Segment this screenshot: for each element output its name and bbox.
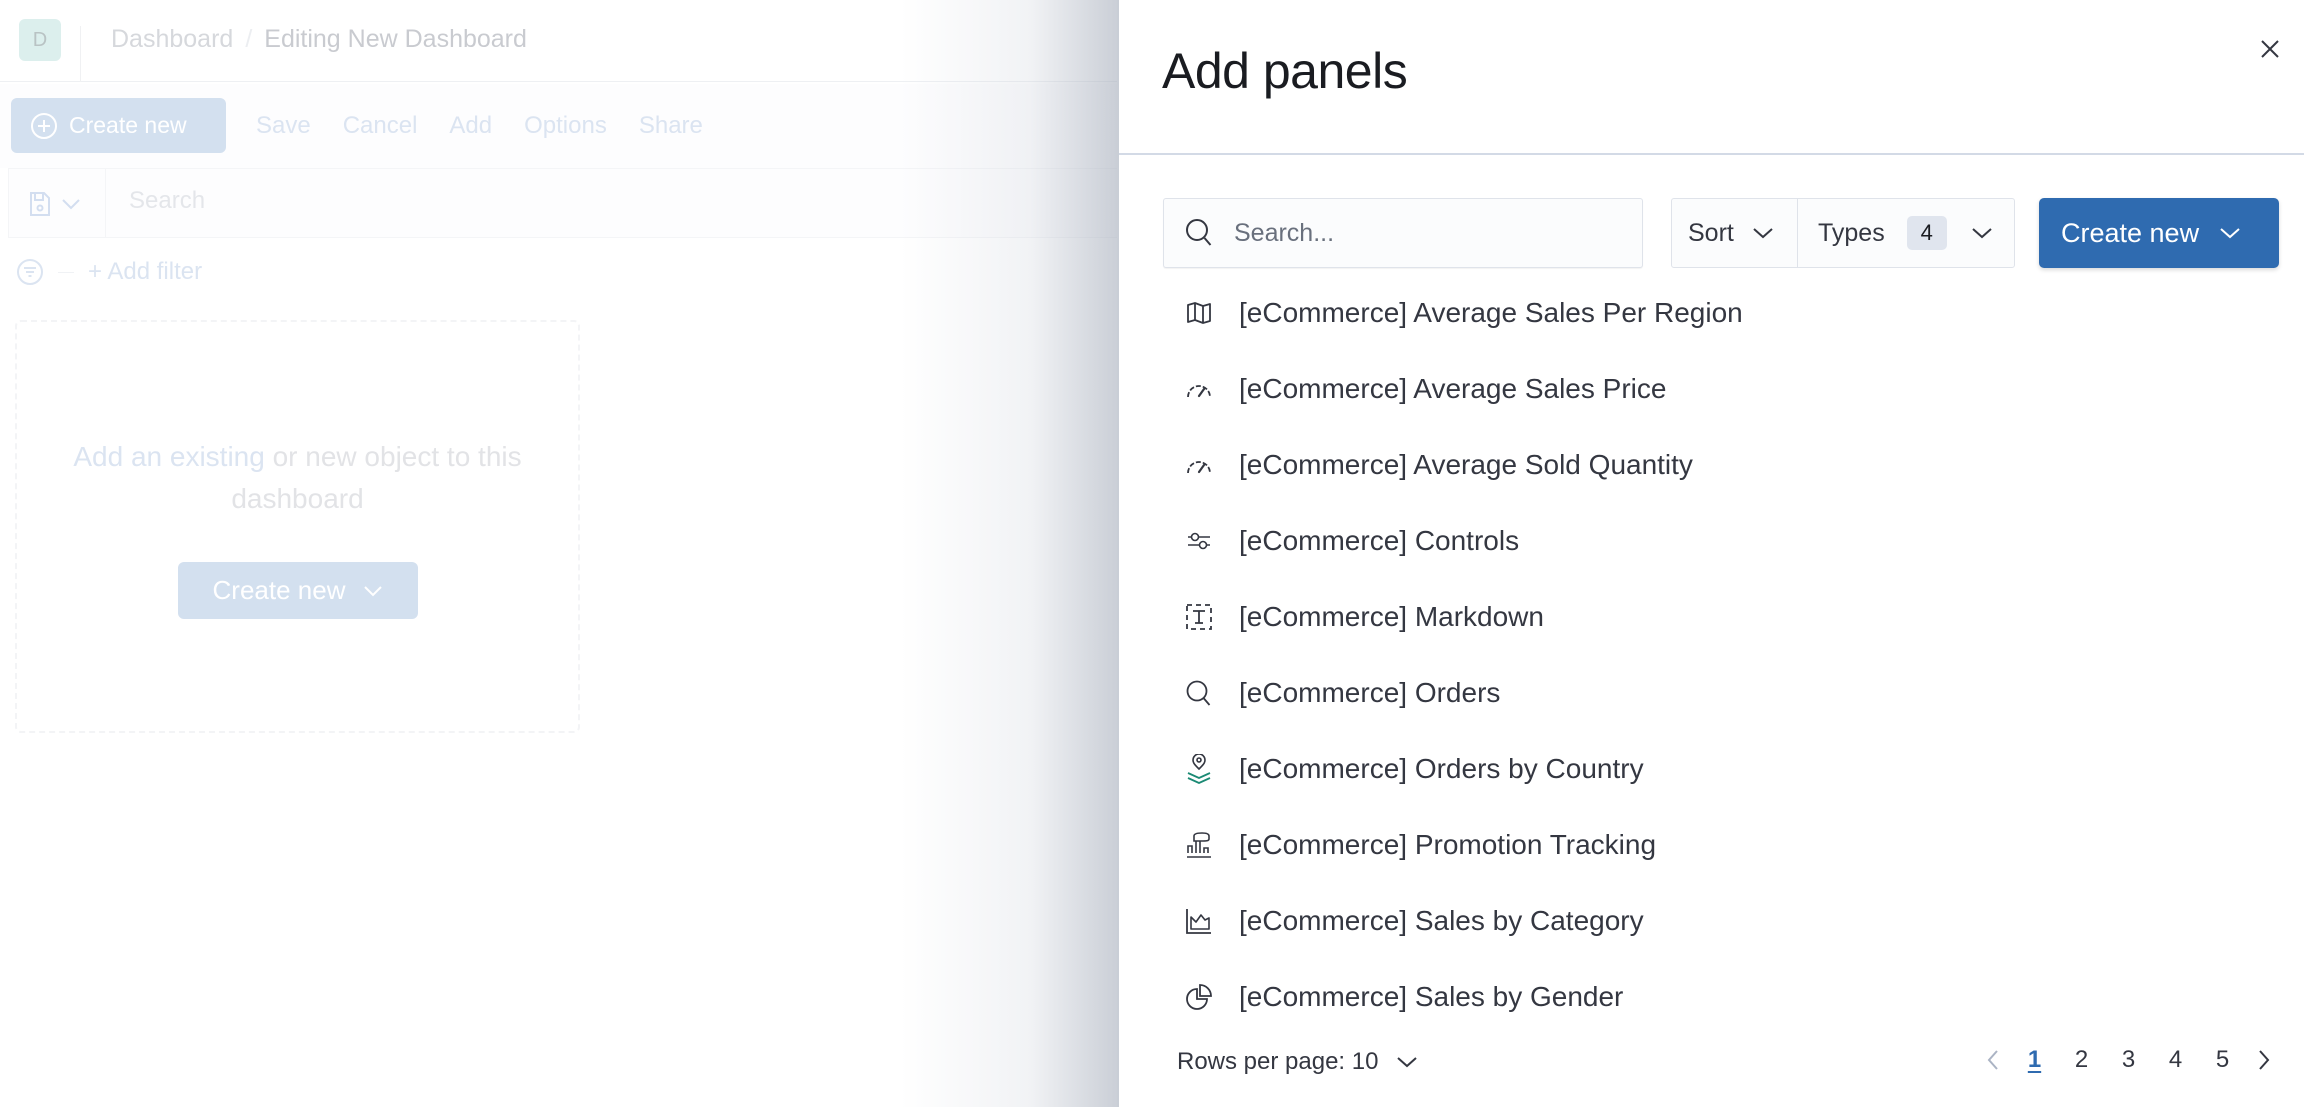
- gauge-icon: [1185, 451, 1213, 479]
- list-item-label: [eCommerce] Sales by Gender: [1239, 981, 1624, 1012]
- pie-chart-icon: [1185, 983, 1213, 1011]
- empty-dashboard-panel: Add an existing or new object to this da…: [15, 320, 580, 733]
- list-item-label: [eCommerce] Average Sales Price: [1239, 373, 1667, 404]
- page-4-button[interactable]: 4: [2152, 1046, 2199, 1074]
- share-link[interactable]: Share: [639, 112, 703, 140]
- empty-panel-create-new-label: Create new: [212, 575, 346, 605]
- empty-message-text: or new object to this dashboard: [231, 441, 522, 514]
- list-item-label: [eCommerce] Orders: [1239, 677, 1501, 708]
- query-search-input[interactable]: Search: [129, 187, 205, 215]
- list-item[interactable]: [eCommerce] Average Sales Per Region: [1163, 275, 2263, 351]
- add-panels-flyout: Add panels Sort Types 4 Create new [eCom…: [1117, 0, 2304, 1107]
- flyout-shadow: [900, 0, 1117, 1107]
- list-item[interactable]: [eCommerce] Sales by Gender: [1163, 959, 2263, 1035]
- page-3-button[interactable]: 3: [2105, 1046, 2152, 1074]
- close-button[interactable]: [2257, 36, 2283, 62]
- types-label: Types: [1818, 218, 1885, 247]
- header-divider: [80, 26, 81, 82]
- panel-search-field: [1163, 198, 1643, 268]
- list-item[interactable]: [eCommerce] Orders: [1163, 655, 2263, 731]
- save-icon: [30, 192, 50, 216]
- next-page-button[interactable]: [2246, 1049, 2282, 1071]
- chevron-down-icon: [1397, 1057, 1418, 1068]
- chevron-down-icon: [2220, 228, 2240, 239]
- list-item-label: [eCommerce] Orders by Country: [1239, 753, 1644, 784]
- list-item[interactable]: [eCommerce] Orders by Country: [1163, 731, 2263, 807]
- page-5-button[interactable]: 5: [2199, 1046, 2246, 1074]
- empty-panel-create-new-button[interactable]: Create new: [178, 562, 418, 619]
- options-link[interactable]: Options: [524, 112, 607, 140]
- panel-search-input[interactable]: [1234, 218, 1634, 248]
- page-1-button[interactable]: 1: [2011, 1046, 2058, 1074]
- search-icon: [1186, 219, 1212, 246]
- tsvb-icon: [1185, 831, 1213, 859]
- list-item-label: [eCommerce] Sales by Category: [1239, 905, 1644, 936]
- filter-bar: + Add filter: [16, 258, 202, 286]
- area-chart-icon: [1185, 907, 1213, 935]
- breadcrumb-dashboard[interactable]: Dashboard: [111, 25, 233, 54]
- list-item[interactable]: [eCommerce] Average Sold Quantity: [1163, 427, 2263, 503]
- flyout-create-new-label: Create new: [2061, 217, 2200, 248]
- chevron-down-icon: [1753, 228, 1773, 239]
- breadcrumb: Dashboard / Editing New Dashboard: [111, 25, 527, 54]
- cancel-link[interactable]: Cancel: [343, 112, 418, 140]
- plus-circle-icon: [31, 112, 57, 139]
- chevron-right-icon: [2259, 1050, 2270, 1070]
- saved-query-menu-button[interactable]: [29, 191, 81, 217]
- map-icon: [1185, 299, 1213, 327]
- list-item-label: [eCommerce] Promotion Tracking: [1239, 829, 1657, 860]
- save-link[interactable]: Save: [256, 112, 311, 140]
- filter-divider: [58, 271, 74, 273]
- list-item-label: [eCommerce] Markdown: [1239, 601, 1544, 632]
- list-footer: Rows per page: 10 1 2 3 4 5: [1119, 1040, 2304, 1084]
- types-filter-button[interactable]: Types 4: [1798, 199, 2014, 267]
- sort-button[interactable]: Sort: [1672, 199, 1798, 267]
- add-filter-button[interactable]: + Add filter: [88, 258, 202, 286]
- rows-per-page-button[interactable]: Rows per page: 10: [1177, 1048, 1418, 1076]
- list-item[interactable]: [eCommerce] Controls: [1163, 503, 2263, 579]
- gauge-icon: [1185, 375, 1213, 403]
- chevron-down-icon: [1972, 228, 1992, 239]
- list-item[interactable]: [eCommerce] Sales by Category: [1163, 883, 2263, 959]
- flyout-header-divider: [1119, 153, 2304, 155]
- filter-icon[interactable]: [16, 258, 44, 286]
- flyout-create-new-button[interactable]: Create new: [2039, 198, 2279, 268]
- toolbar-links: Save Cancel Add Options Share: [256, 112, 703, 140]
- chevron-left-icon: [1987, 1050, 1998, 1070]
- sort-label: Sort: [1688, 218, 1734, 247]
- query-bar-divider: [105, 169, 106, 237]
- close-icon: [2261, 40, 2279, 58]
- page-2-button[interactable]: 2: [2058, 1046, 2105, 1074]
- list-item-label: [eCommerce] Controls: [1239, 525, 1520, 556]
- space-avatar[interactable]: D: [19, 19, 61, 61]
- breadcrumb-separator: /: [245, 25, 253, 53]
- filter-group: Sort Types 4: [1671, 198, 2015, 268]
- previous-page-button[interactable]: [1975, 1049, 2011, 1071]
- add-existing-link[interactable]: Add an existing: [73, 441, 264, 472]
- search-icon: [1185, 679, 1213, 707]
- list-item[interactable]: [eCommerce] Markdown: [1163, 579, 2263, 655]
- saved-objects-list: [eCommerce] Average Sales Per Region [eC…: [1163, 275, 2263, 1035]
- list-item-label: [eCommerce] Average Sold Quantity: [1239, 449, 1693, 480]
- maps-app-icon: [1185, 754, 1213, 784]
- empty-dashboard-message: Add an existing or new object to this da…: [17, 436, 578, 520]
- rows-per-page-label: Rows per page: 10: [1177, 1048, 1379, 1075]
- chevron-down-icon: [62, 199, 80, 210]
- add-link[interactable]: Add: [449, 112, 492, 140]
- pagination: 1 2 3 4 5: [1975, 1046, 2282, 1074]
- types-count-badge: 4: [1906, 216, 1947, 250]
- controls-icon: [1185, 527, 1213, 555]
- chevron-down-icon: [364, 585, 383, 596]
- list-item[interactable]: [eCommerce] Average Sales Price: [1163, 351, 2263, 427]
- markdown-icon: [1185, 603, 1213, 631]
- breadcrumb-current: Editing New Dashboard: [264, 25, 527, 53]
- flyout-title: Add panels: [1162, 43, 1408, 99]
- toolbar-create-new-label: Create new: [69, 112, 187, 138]
- list-item[interactable]: [eCommerce] Promotion Tracking: [1163, 807, 2263, 883]
- toolbar-create-new-button[interactable]: Create new: [11, 98, 226, 153]
- list-item-label: [eCommerce] Average Sales Per Region: [1239, 297, 1743, 328]
